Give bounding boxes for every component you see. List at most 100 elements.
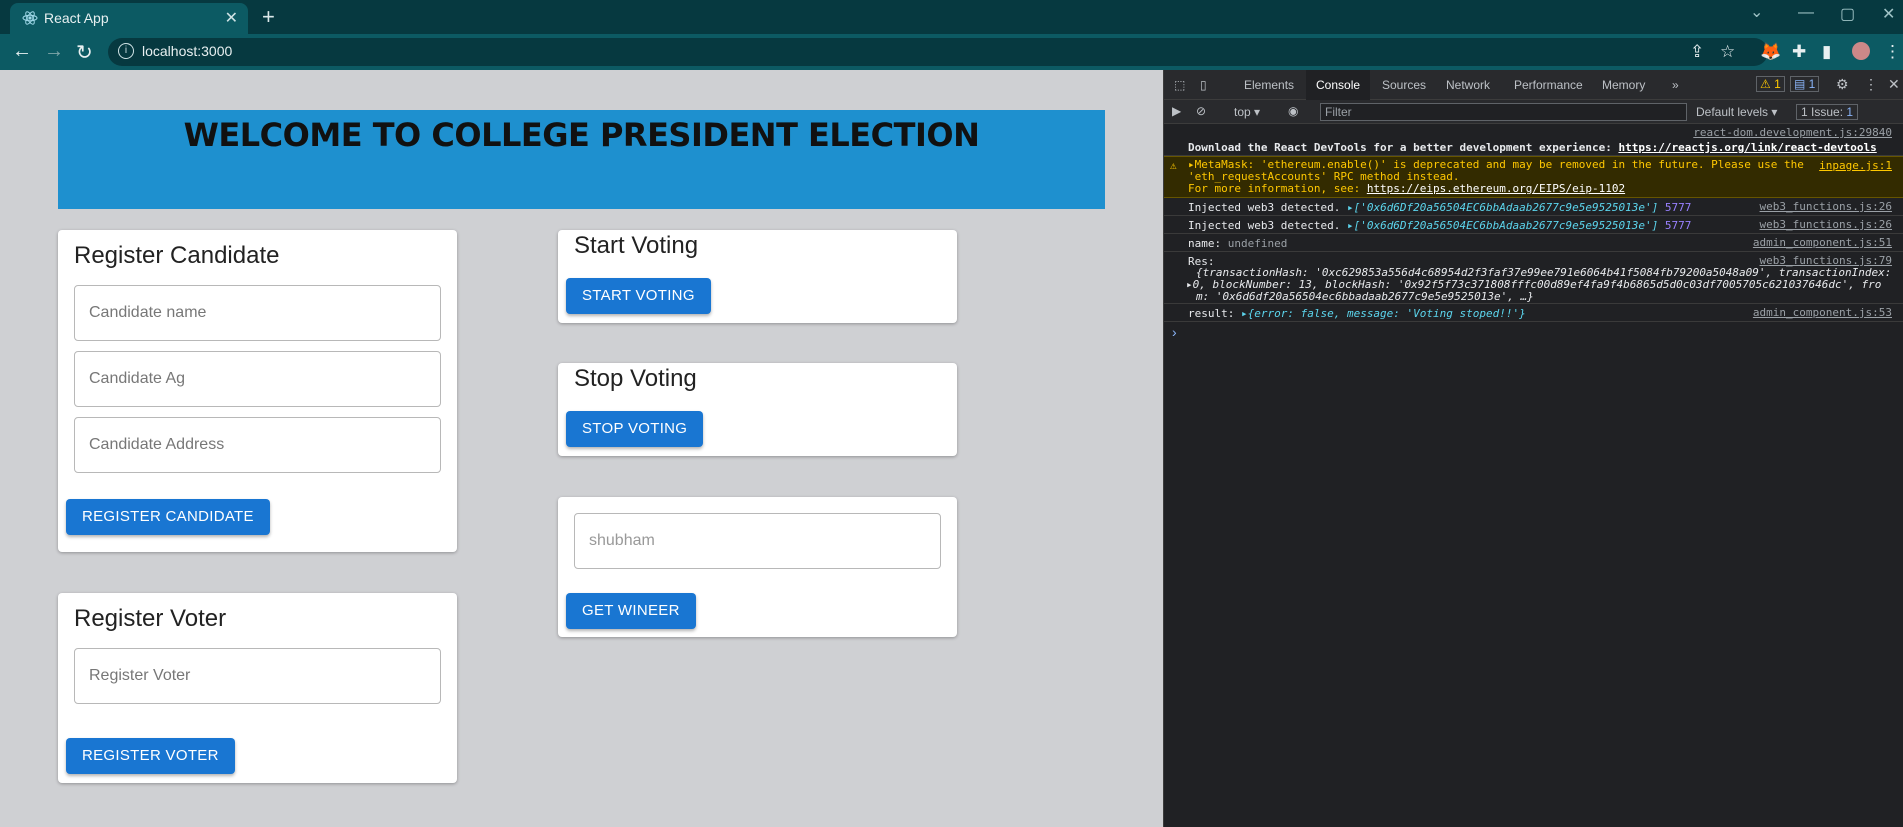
issues-label: 1 Issue: [1801, 105, 1844, 119]
console-text: Injected web3 detected. [1188, 219, 1341, 232]
console-filter-input[interactable]: Filter [1320, 103, 1687, 121]
register-candidate-title: Register Candidate [74, 242, 280, 269]
console-source-link[interactable]: inpage.js:1 [1819, 159, 1892, 172]
console-message: Injected web3 detected. ▸['0x6d6Df20a565… [1188, 201, 1691, 214]
console-prompt-icon[interactable]: › [1172, 324, 1177, 340]
back-arrow-icon[interactable]: ← [12, 40, 32, 63]
tab-console[interactable]: Console [1306, 70, 1371, 100]
stop-voting-card: Stop Voting STOP VOTING [558, 363, 957, 456]
tab-memory[interactable]: Memory [1602, 78, 1645, 92]
console-message: ▸MetaMask: 'ethereum.enable()' is deprec… [1188, 159, 1804, 195]
start-voting-card: Start Voting START VOTING [558, 230, 957, 323]
console-number: 5777 [1664, 201, 1692, 214]
console-line: Injected web3 detected. ▸['0x6d6Df20a565… [1164, 216, 1903, 234]
tab-elements[interactable]: Elements [1244, 78, 1294, 92]
register-voter-input[interactable]: Register Voter [74, 648, 441, 704]
browser-toolbar: ← → ↻ i localhost:3000 ⇪ ☆ 🦊 ✚ ▮ ⋮ [0, 34, 1903, 70]
warning-text-3: For more information, see: https://eips.… [1188, 183, 1804, 195]
browser-titlebar: React App ✕ + ⌄ — ▢ ✕ [0, 0, 1903, 34]
console-filterbar: ▶ ⊘ top ▾ ◉ Filter Default levels ▾ 1 Is… [1164, 100, 1903, 124]
forward-arrow-icon[interactable]: → [44, 40, 64, 63]
tab-close-icon[interactable]: ✕ [225, 8, 238, 28]
warning-icon: ⚠ [1170, 159, 1177, 172]
tab-network[interactable]: Network [1446, 78, 1490, 92]
console-object[interactable]: {transactionHash: '0xc629853a556d4c68954… [1186, 267, 1891, 303]
start-voting-button[interactable]: START VOTING [566, 278, 711, 314]
info-icon[interactable]: i [118, 43, 134, 59]
console-line: Res: web3_functions.js:79 {transactionHa… [1164, 252, 1903, 304]
console-object[interactable]: ▸{error: false, message: 'Voting stoped!… [1241, 307, 1526, 320]
new-tab-button[interactable]: + [262, 4, 275, 30]
winner-card: shubham GET WINEER [558, 497, 957, 637]
devtools-menu-icon[interactable]: ⋮ [1864, 76, 1878, 93]
get-winner-button[interactable]: GET WINEER [566, 593, 696, 629]
tab-performance[interactable]: Performance [1514, 78, 1583, 92]
device-toolbar-icon[interactable]: ▯ [1200, 78, 1207, 92]
console-text: Download the React DevTools for a better… [1188, 141, 1612, 154]
react-logo-icon [22, 11, 38, 25]
minimize-button[interactable]: — [1798, 4, 1814, 22]
winner-input[interactable]: shubham [574, 513, 941, 569]
console-source-link[interactable]: admin_component.js:53 [1753, 306, 1892, 319]
page-title: WELCOME TO COLLEGE PRESIDENT ELECTION [183, 116, 980, 154]
console-source-link[interactable]: react-dom.development.js:29840 [1693, 126, 1892, 139]
tab-search-icon[interactable]: ⌄ [1750, 2, 1763, 22]
console-source-link[interactable]: web3_functions.js:26 [1760, 200, 1892, 213]
warning-info-text: For more information, see: [1188, 182, 1361, 195]
profile-avatar[interactable] [1852, 42, 1870, 60]
page-viewport: WELCOME TO COLLEGE PRESIDENT ELECTION Re… [0, 70, 1163, 827]
clear-console-icon[interactable]: ⊘ [1196, 104, 1206, 118]
console-source-link[interactable]: web3_functions.js:26 [1760, 218, 1892, 231]
console-array[interactable]: ▸['0x6d6Df20a56504EC6bbAdaab2677c9e5e952… [1347, 201, 1658, 214]
res-object-line-3: m: '0x6d6df20a56504ec6bbadaab2677c9e5e95… [1196, 290, 1534, 303]
react-devtools-link[interactable]: https://reactjs.org/link/react-devtools [1618, 141, 1876, 154]
browser-tab[interactable]: React App ✕ [10, 3, 248, 34]
warning-count-badge[interactable]: ⚠ 1 [1756, 76, 1785, 92]
console-line: result: ▸{error: false, message: 'Voting… [1164, 304, 1903, 322]
metamask-fox-icon[interactable]: 🦊 [1760, 42, 1781, 62]
menu-kebab-icon[interactable]: ⋮ [1884, 42, 1901, 62]
log-levels-label: Default levels [1696, 105, 1769, 119]
register-voter-title: Register Voter [74, 605, 227, 632]
register-voter-button[interactable]: REGISTER VOTER [66, 738, 235, 774]
sidebar-toggle-icon[interactable]: ▶ [1172, 104, 1181, 118]
close-window-button[interactable]: ✕ [1882, 4, 1895, 24]
reload-icon[interactable]: ↻ [76, 40, 93, 65]
candidate-age-input[interactable]: Candidate Ag [74, 351, 441, 407]
console-line: name: undefined admin_component.js:51 [1164, 234, 1903, 252]
side-panel-icon[interactable]: ▮ [1822, 42, 1831, 62]
candidate-name-input[interactable]: Candidate name [74, 285, 441, 341]
log-levels-dropdown[interactable]: Default levels ▾ [1696, 105, 1777, 119]
share-icon[interactable]: ⇪ [1690, 42, 1704, 62]
console-source-link[interactable]: admin_component.js:51 [1753, 236, 1892, 249]
tab-title: React App [44, 10, 109, 26]
console-message: Injected web3 detected. ▸['0x6d6Df20a565… [1188, 219, 1691, 232]
register-candidate-button[interactable]: REGISTER CANDIDATE [66, 499, 270, 535]
message-count-badge[interactable]: ▤ 1 [1790, 76, 1820, 92]
issues-button[interactable]: 1 Issue: 1 [1796, 104, 1859, 120]
eip-link[interactable]: https://eips.ethereum.org/EIPS/eip-1102 [1367, 182, 1625, 195]
stop-voting-button[interactable]: STOP VOTING [566, 411, 704, 447]
register-candidate-card: Register Candidate Candidate name Candid… [58, 230, 457, 552]
url-text: localhost:3000 [142, 43, 233, 59]
tab-sources[interactable]: Sources [1382, 78, 1426, 92]
inspect-element-icon[interactable]: ⬚ [1174, 78, 1185, 92]
settings-gear-icon[interactable]: ⚙ [1836, 76, 1849, 93]
live-expression-eye-icon[interactable]: ◉ [1288, 104, 1298, 118]
devtools-tabbar: ⬚ ▯ Elements Console Sources Network Per… [1164, 70, 1903, 100]
console-message: result: ▸{error: false, message: 'Voting… [1188, 307, 1526, 320]
warning-count: 1 [1774, 77, 1781, 91]
bookmark-star-icon[interactable]: ☆ [1720, 42, 1735, 62]
close-devtools-icon[interactable]: ✕ [1888, 76, 1900, 93]
extensions-puzzle-icon[interactable]: ✚ [1792, 42, 1806, 62]
console-array[interactable]: ▸['0x6d6Df20a56504EC6bbAdaab2677c9e5e952… [1347, 219, 1658, 232]
stop-voting-title: Stop Voting [574, 365, 697, 392]
address-bar[interactable]: i localhost:3000 [108, 38, 1768, 66]
console-text: name: [1188, 237, 1222, 250]
candidate-address-input[interactable]: Candidate Address [74, 417, 441, 473]
context-selector[interactable]: top ▾ [1234, 105, 1260, 119]
console-line: react-dom.development.js:29840 Download … [1164, 126, 1903, 156]
restore-button[interactable]: ▢ [1840, 4, 1855, 24]
more-tabs-icon[interactable]: » [1672, 78, 1679, 92]
console-message: name: undefined [1188, 237, 1287, 250]
